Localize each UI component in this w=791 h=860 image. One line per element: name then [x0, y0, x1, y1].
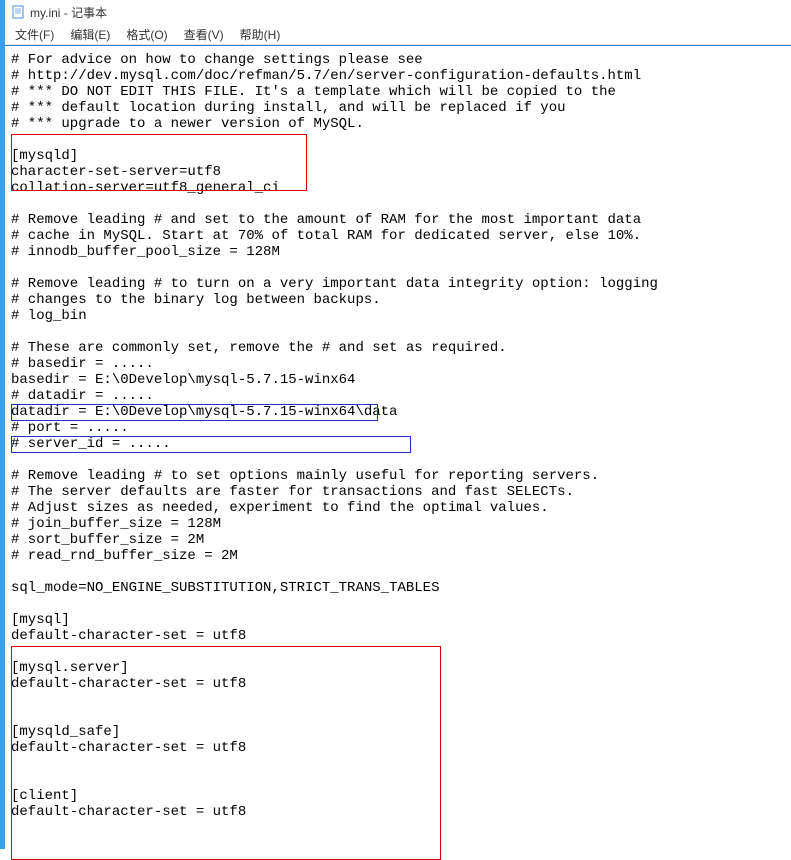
- editor-line: collation-server=utf8_general_ci: [11, 180, 785, 196]
- editor-line: # The server defaults are faster for tra…: [11, 484, 785, 500]
- editor-line: [11, 324, 785, 340]
- editor-line: [11, 756, 785, 772]
- editor-line: character-set-server=utf8: [11, 164, 785, 180]
- editor-line: default-character-set = utf8: [11, 804, 785, 820]
- editor-line: [11, 692, 785, 708]
- editor-line: [11, 596, 785, 612]
- editor-line: # *** upgrade to a newer version of MySQ…: [11, 116, 785, 132]
- editor-line: # innodb_buffer_pool_size = 128M: [11, 244, 785, 260]
- editor-line: # These are commonly set, remove the # a…: [11, 340, 785, 356]
- editor-line: # port = .....: [11, 420, 785, 436]
- editor-line: # Remove leading # to set options mainly…: [11, 468, 785, 484]
- editor-line: [11, 772, 785, 788]
- notepad-window: my.ini - 记事本 文件(F) 编辑(E) 格式(O) 查看(V) 帮助(…: [0, 0, 791, 849]
- editor-line: [mysqld]: [11, 148, 785, 164]
- menu-edit[interactable]: 编辑(E): [70, 26, 110, 43]
- editor-line: # datadir = .....: [11, 388, 785, 404]
- editor-line: [11, 132, 785, 148]
- menu-help[interactable]: 帮助(H): [240, 26, 281, 43]
- editor-line: [11, 644, 785, 660]
- editor-line: # Adjust sizes as needed, experiment to …: [11, 500, 785, 516]
- editor-line: # Remove leading # and set to the amount…: [11, 212, 785, 228]
- editor-line: default-character-set = utf8: [11, 740, 785, 756]
- editor-line: [mysql]: [11, 612, 785, 628]
- editor-line: # For advice on how to change settings p…: [11, 52, 785, 68]
- menu-format[interactable]: 格式(O): [126, 26, 167, 43]
- editor-line: [11, 564, 785, 580]
- window-title: my.ini - 记事本: [30, 4, 107, 21]
- editor-line: # *** default location during install, a…: [11, 100, 785, 116]
- editor-line: # log_bin: [11, 308, 785, 324]
- editor-line: basedir = E:\0Develop\mysql-5.7.15-winx6…: [11, 372, 785, 388]
- editor-line: # changes to the binary log between back…: [11, 292, 785, 308]
- editor-line: [11, 196, 785, 212]
- editor-line: # http://dev.mysql.com/doc/refman/5.7/en…: [11, 68, 785, 84]
- editor-line: default-character-set = utf8: [11, 628, 785, 644]
- editor-content[interactable]: # For advice on how to change settings p…: [5, 46, 791, 826]
- editor-line: # join_buffer_size = 128M: [11, 516, 785, 532]
- editor-line: [mysql.server]: [11, 660, 785, 676]
- editor-line: # Remove leading # to turn on a very imp…: [11, 276, 785, 292]
- editor-line: # cache in MySQL. Start at 70% of total …: [11, 228, 785, 244]
- titlebar[interactable]: my.ini - 记事本: [5, 0, 791, 24]
- menubar: 文件(F) 编辑(E) 格式(O) 查看(V) 帮助(H): [5, 24, 791, 45]
- editor-line: [11, 260, 785, 276]
- editor-line: # *** DO NOT EDIT THIS FILE. It's a temp…: [11, 84, 785, 100]
- menu-file[interactable]: 文件(F): [15, 26, 54, 43]
- editor-line: # basedir = .....: [11, 356, 785, 372]
- editor-line: [mysqld_safe]: [11, 724, 785, 740]
- editor-line: # server_id = .....: [11, 436, 785, 452]
- editor-line: [11, 452, 785, 468]
- editor-line: sql_mode=NO_ENGINE_SUBSTITUTION,STRICT_T…: [11, 580, 785, 596]
- editor-line: datadir = E:\0Develop\mysql-5.7.15-winx6…: [11, 404, 785, 420]
- menu-view[interactable]: 查看(V): [184, 26, 224, 43]
- editor-line: default-character-set = utf8: [11, 676, 785, 692]
- editor-line: # sort_buffer_size = 2M: [11, 532, 785, 548]
- editor-line: [client]: [11, 788, 785, 804]
- editor-line: [11, 708, 785, 724]
- editor-line: # read_rnd_buffer_size = 2M: [11, 548, 785, 564]
- notepad-icon: [11, 5, 25, 19]
